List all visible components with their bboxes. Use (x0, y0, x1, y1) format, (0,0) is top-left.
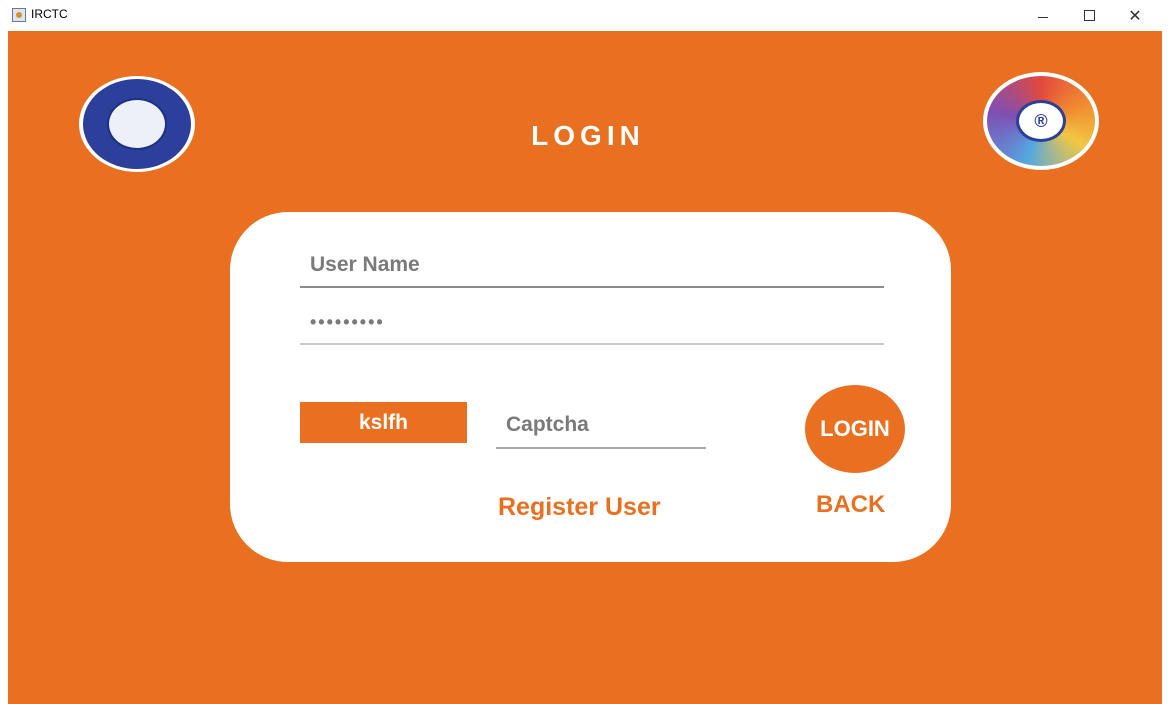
window-title: IRCTC (31, 7, 68, 21)
maximize-icon (1083, 10, 1095, 21)
indian-railways-logo (79, 76, 195, 172)
close-icon: ✕ (1128, 7, 1142, 25)
captcha-input[interactable]: Captcha (496, 402, 706, 449)
register-user-link[interactable]: Register User (498, 493, 661, 522)
password-input[interactable]: ••••••••• (300, 301, 884, 345)
maximize-button[interactable] (1066, 0, 1112, 31)
railways-emblem-ring (83, 79, 191, 169)
username-input[interactable]: User Name (300, 244, 884, 288)
java-app-icon (12, 8, 26, 22)
back-button[interactable]: BACK (816, 491, 885, 519)
window-titlebar: IRCTC ✕ (0, 0, 1170, 31)
login-card: User Name ••••••••• kslfh Captcha LOGIN … (230, 212, 951, 562)
minimize-icon (1038, 17, 1048, 18)
railways-emblem-center (107, 98, 167, 150)
minimize-button[interactable] (1020, 0, 1066, 31)
irctc-logo: ® (983, 72, 1099, 170)
captcha-code: kslfh (300, 402, 467, 443)
irctc-logo-core: ® (1016, 100, 1066, 142)
login-panel: LOGIN ® User Name ••••••••• kslfh Captch… (8, 31, 1162, 704)
login-button[interactable]: LOGIN (805, 385, 905, 473)
page-title: LOGIN (531, 120, 645, 151)
irctc-logo-disc: ® (987, 76, 1095, 166)
close-button[interactable]: ✕ (1112, 0, 1158, 31)
